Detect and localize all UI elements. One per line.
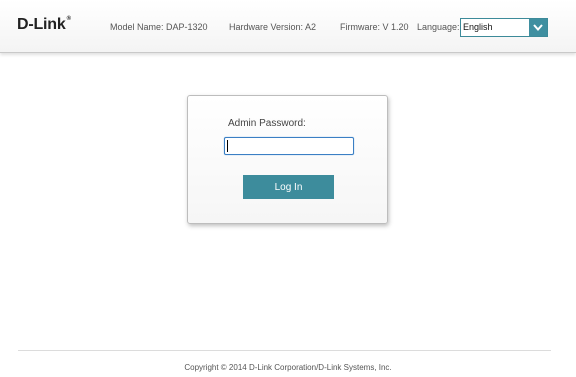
language-label: Language:: [417, 22, 460, 32]
footer-divider: [18, 350, 551, 351]
dropdown-arrow[interactable]: [529, 19, 547, 36]
copyright-text: Copyright © 2014 D-Link Corporation/D-Li…: [184, 363, 392, 372]
login-panel: Admin Password: Log In: [187, 95, 388, 224]
admin-password-label: Admin Password:: [228, 118, 306, 129]
hardware-version: Hardware Version: A2: [229, 22, 317, 32]
text-caret: [227, 140, 228, 152]
logo-registered-mark: ®: [66, 16, 71, 22]
login-button[interactable]: Log In: [243, 175, 334, 199]
dlink-logo: D-Link®: [17, 16, 71, 34]
model-name: Model Name: DAP-1320: [110, 22, 208, 32]
language-select[interactable]: English: [460, 18, 548, 37]
top-header: D-Link® Model Name: DAP-1320 Hardware Ve…: [0, 0, 576, 53]
logo-text: D-Link: [17, 16, 66, 33]
chevron-down-icon: [533, 24, 543, 32]
admin-password-input[interactable]: [224, 137, 354, 155]
firmware-version: Firmware: V 1.20: [340, 22, 409, 32]
language-selected-value: English: [463, 22, 493, 32]
